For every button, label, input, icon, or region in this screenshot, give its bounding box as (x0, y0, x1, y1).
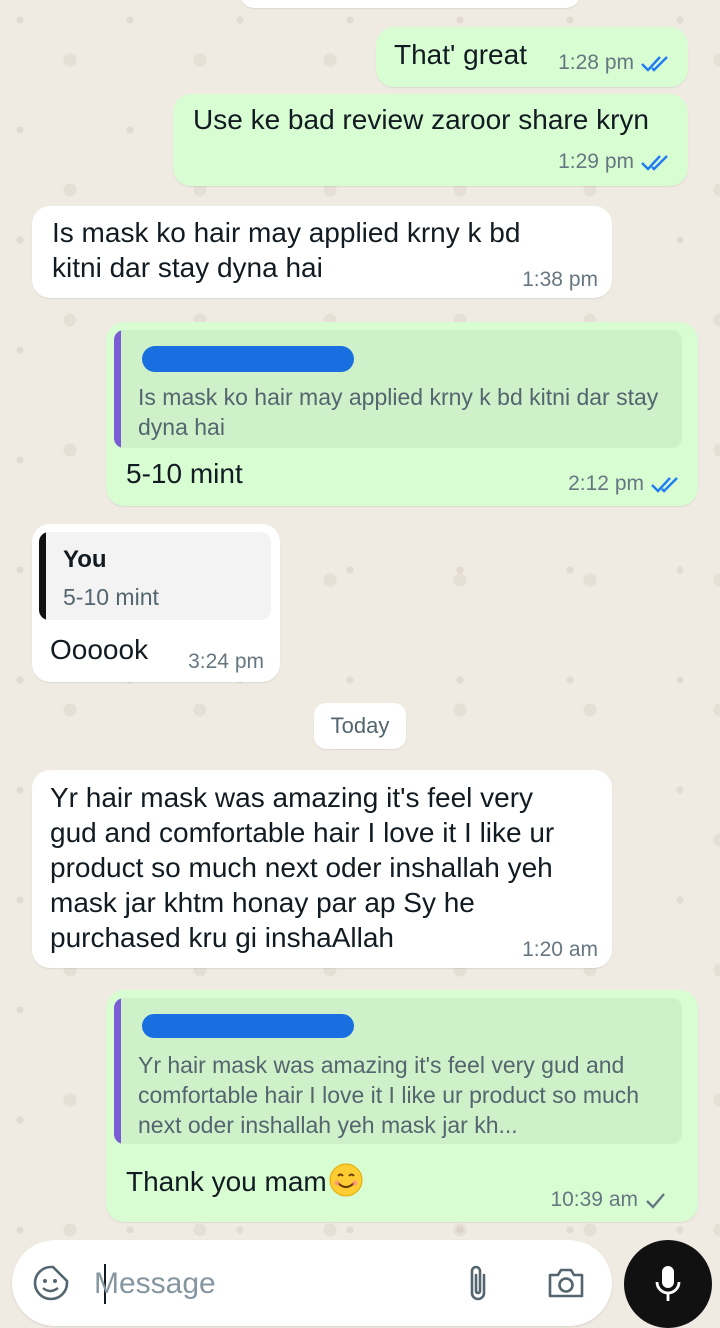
message-time: 2:12 pm (568, 472, 644, 495)
quoted-author: You (63, 546, 107, 573)
message-text: 5-10 mint (126, 458, 243, 489)
quoted-text: Is mask ko hair may applied krny k bd ki… (138, 384, 659, 440)
double-check-icon (641, 155, 668, 171)
message-meta: 1:20 am (522, 938, 598, 962)
message-incoming[interactable]: Is mask ko hair may applied krny k bd ki… (32, 206, 612, 298)
message-meta: 1:29 pm (558, 150, 672, 174)
sticker-button[interactable] (30, 1262, 72, 1304)
mic-icon (655, 1266, 681, 1301)
message-text-label: Thank you mam (126, 1166, 327, 1197)
redacted-contact-name (142, 1014, 354, 1038)
message-time: 1:38 pm (522, 268, 598, 291)
message-meta: 1:38 pm (522, 268, 598, 292)
message-text: Use ke bad review zaroor share kryn (193, 104, 649, 135)
message-meta: 2:12 pm (568, 472, 682, 496)
message-meta: 10:39 am (550, 1188, 666, 1212)
quote-bar (39, 532, 46, 620)
smiling-face-emoji (329, 1163, 363, 1197)
quoted-text: Yr hair mask was amazing it's feel very … (138, 1052, 640, 1138)
message-time: 1:29 pm (558, 150, 634, 173)
message-incoming[interactable]: You 5-10 mint Oooook 3:24 pm (32, 524, 280, 682)
date-separator: Today (314, 703, 406, 749)
quoted-message[interactable]: You 5-10 mint (39, 532, 271, 620)
message-time: 10:39 am (550, 1188, 638, 1211)
message-outgoing[interactable]: Use ke bad review zaroor share kryn 1:29… (173, 94, 688, 186)
message-time: 3:24 pm (188, 650, 264, 673)
quoted-text: 5-10 mint (63, 584, 159, 610)
message-bubble-cutoff (240, 0, 580, 8)
message-input[interactable] (92, 1258, 456, 1310)
message-text: Oooook (50, 634, 149, 665)
message-meta: 1:28 pm (558, 51, 672, 75)
quote-bar (114, 330, 121, 448)
quoted-message[interactable]: Is mask ko hair may applied krny k bd ki… (114, 330, 682, 448)
paperclip-icon (470, 1265, 486, 1301)
quoted-message[interactable]: Yr hair mask was amazing it's feel very … (114, 998, 682, 1144)
message-meta: 3:24 pm (188, 650, 264, 674)
message-incoming[interactable]: Yr hair mask was amazing it's feel very … (32, 770, 612, 968)
message-text: Yr hair mask was amazing it's feel very … (50, 782, 555, 953)
quote-bar (114, 998, 121, 1144)
double-check-icon (651, 477, 678, 493)
message-time: 1:28 pm (558, 51, 634, 74)
message-text: Thank you mam (126, 1163, 363, 1199)
message-text: That' great (394, 39, 527, 70)
single-check-icon (646, 1193, 665, 1209)
message-composer (12, 1240, 612, 1326)
message-outgoing[interactable]: Yr hair mask was amazing it's feel very … (106, 990, 698, 1222)
message-outgoing[interactable]: Is mask ko hair may applied krny k bd ki… (106, 322, 698, 506)
sticker-icon (33, 1265, 69, 1301)
message-time: 1:20 am (522, 938, 598, 961)
camera-button[interactable] (542, 1260, 590, 1306)
camera-icon (548, 1268, 584, 1298)
redacted-contact-name (142, 346, 354, 372)
message-outgoing[interactable]: That' great 1:28 pm (376, 27, 688, 87)
attach-button[interactable] (456, 1260, 500, 1306)
double-check-icon (641, 56, 668, 72)
message-text: Is mask ko hair may applied krny k bd ki… (52, 217, 521, 283)
mic-button[interactable] (624, 1240, 712, 1328)
